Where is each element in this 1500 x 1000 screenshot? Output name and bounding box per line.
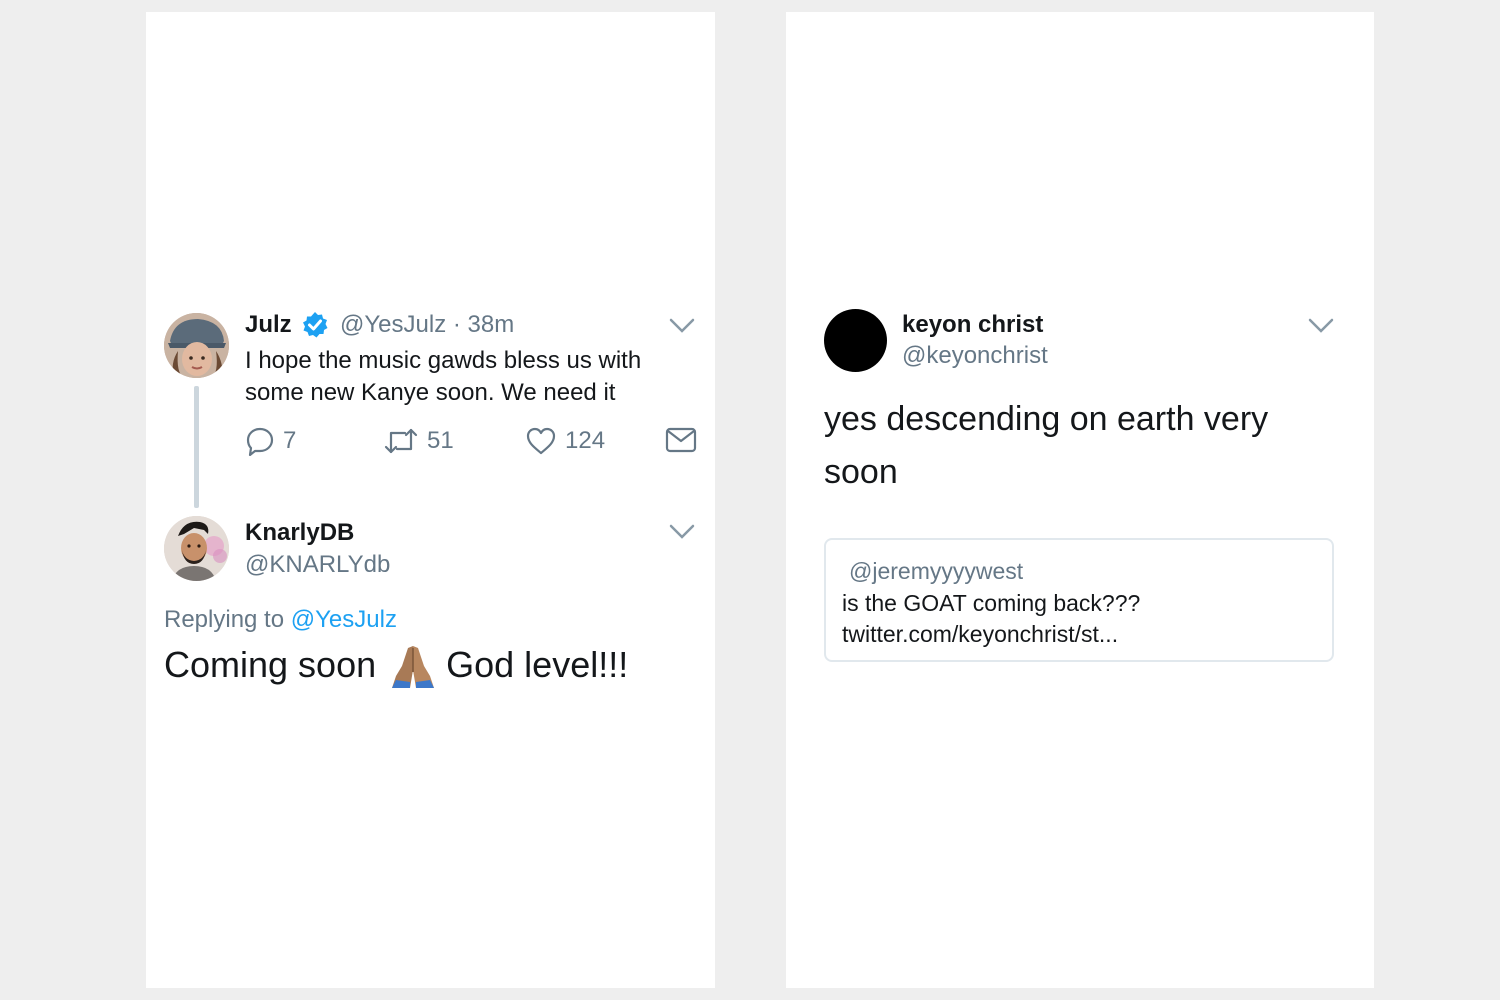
thread-connector-line xyxy=(194,386,199,508)
mail-icon xyxy=(665,427,697,453)
quoted-tweet-line1: is the GOAT coming back??? xyxy=(842,590,1141,616)
retweet-button[interactable]: 51 xyxy=(383,426,454,456)
reply-text-after: God level!!! xyxy=(446,644,629,685)
reply-icon xyxy=(246,427,274,456)
left-screenshot-panel: Julz @YesJulz · 38m I hope the music gaw… xyxy=(146,12,715,988)
knarlydb-handle[interactable]: @KNARLYdb xyxy=(245,551,390,579)
chevron-down-icon[interactable] xyxy=(669,318,695,334)
knarlydb-avatar[interactable] xyxy=(164,516,229,581)
julz-handle[interactable]: @YesJulz xyxy=(340,311,446,338)
quoted-tweet-card[interactable]: @jeremyyyywest is the GOAT coming back??… xyxy=(824,538,1334,662)
right-screenshot-panel: keyon christ @keyonchrist yes descending… xyxy=(786,12,1374,988)
keyon-tweet-text: yes descending on earth very soon xyxy=(824,400,1269,491)
like-count: 124 xyxy=(565,427,606,454)
reply-text-before: Coming soon xyxy=(164,644,377,685)
quoted-tweet-text: is the GOAT coming back??? twitter.com/k… xyxy=(842,588,1140,650)
chevron-down-icon[interactable] xyxy=(1308,318,1334,334)
julz-avatar[interactable] xyxy=(164,313,229,378)
knarlydb-display-name[interactable]: KnarlyDB xyxy=(245,519,354,547)
folded-hands-emoji-icon xyxy=(392,646,435,688)
meta-separator: · xyxy=(452,311,461,338)
chevron-down-icon[interactable] xyxy=(669,524,695,540)
quoted-tweet-handle: @jeremyyyywest xyxy=(849,558,1024,584)
reply-button[interactable]: 7 xyxy=(245,426,296,456)
keyon-avatar[interactable] xyxy=(824,309,887,372)
like-button[interactable]: 124 xyxy=(525,426,605,456)
retweet-icon xyxy=(384,428,418,454)
keyon-handle[interactable]: @keyonchrist xyxy=(902,342,1048,370)
julz-handle-and-time: @YesJulz · 38m xyxy=(340,311,514,339)
julz-display-name[interactable]: Julz xyxy=(245,311,292,339)
replying-prefix: Replying to xyxy=(164,606,285,633)
reply-count: 7 xyxy=(283,427,297,454)
julz-timestamp[interactable]: 38m xyxy=(468,311,515,338)
heart-icon xyxy=(526,427,556,455)
share-via-message-button[interactable] xyxy=(665,426,705,454)
knarlydb-reply-text: Coming soon God level!!! xyxy=(164,640,628,690)
retweet-count: 51 xyxy=(427,427,454,454)
quoted-tweet-link[interactable]: twitter.com/keyonchrist/st... xyxy=(842,619,1140,650)
julz-tweet-text: I hope the music gawds bless us with som… xyxy=(245,347,642,406)
replying-mention-link[interactable]: @YesJulz xyxy=(291,606,397,633)
verified-badge-icon xyxy=(301,311,329,339)
replying-to-line: Replying to @YesJulz xyxy=(164,606,397,634)
keyon-display-name[interactable]: keyon christ xyxy=(902,311,1043,339)
